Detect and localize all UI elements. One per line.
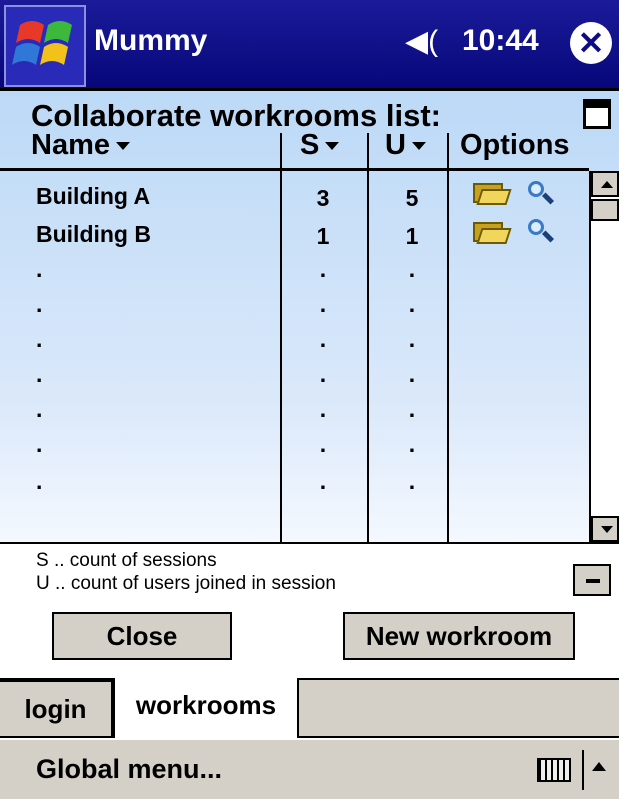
column-header-s[interactable]: S	[300, 129, 340, 162]
tab-bar: login workrooms	[0, 678, 619, 738]
header-divider	[0, 168, 589, 171]
scroll-down-button[interactable]	[591, 516, 619, 542]
row-name: Building A	[36, 183, 151, 209]
column-header-options: Options	[460, 129, 570, 161]
row-name: .	[36, 431, 43, 457]
global-menu-button[interactable]: Global menu...	[36, 754, 222, 785]
column-header-name[interactable]: Name	[31, 129, 130, 162]
column-name-label: Name	[31, 129, 110, 161]
collapse-legend-button[interactable]	[573, 564, 611, 596]
row-name: .	[36, 396, 43, 422]
row-users: 1	[405, 223, 419, 249]
new-workroom-button[interactable]: New workroom	[343, 612, 575, 660]
close-button[interactable]: Close	[52, 612, 232, 660]
row-users: .	[408, 396, 416, 422]
row-users: .	[408, 326, 416, 352]
row-users: .	[408, 468, 416, 494]
row-name: .	[36, 326, 43, 352]
legend-users: U .. count of users joined in session	[36, 573, 336, 594]
row-sessions: 1	[316, 223, 330, 249]
speaker-icon[interactable]: ◀(	[405, 23, 438, 61]
row-sessions: .	[319, 431, 327, 457]
row-sessions: .	[319, 396, 327, 422]
workrooms-list: Collaborate workrooms list: Name S U Opt…	[0, 91, 619, 542]
tab-login[interactable]: login	[0, 680, 113, 736]
app-title: Mummy	[94, 24, 208, 57]
vertical-scrollbar[interactable]	[589, 171, 619, 542]
row-name: .	[36, 291, 43, 317]
keyboard-icon[interactable]	[537, 758, 571, 782]
row-users: .	[408, 291, 416, 317]
row-sessions: .	[319, 256, 327, 282]
chevron-up-icon	[601, 181, 613, 188]
row-users: .	[408, 431, 416, 457]
sort-caret-icon	[325, 142, 340, 151]
row-name: .	[36, 361, 43, 387]
menu-bar: Global menu...	[0, 738, 619, 799]
column-divider	[447, 133, 449, 169]
magnifier-icon[interactable]	[528, 219, 555, 245]
row-users: .	[408, 256, 416, 282]
chevron-up-icon[interactable]	[592, 762, 606, 771]
legend-panel: S .. count of sessions U .. count of use…	[0, 542, 619, 678]
row-users: .	[408, 361, 416, 387]
maximize-icon[interactable]	[583, 99, 611, 129]
row-sessions: .	[319, 468, 327, 494]
column-header-u[interactable]: U	[385, 129, 426, 162]
open-folder-icon[interactable]	[473, 179, 512, 205]
scroll-up-button[interactable]	[591, 171, 619, 197]
row-sessions: .	[319, 291, 327, 317]
title-bar: Mummy ◀( 10:44 ✕	[0, 0, 619, 91]
column-divider	[367, 133, 369, 542]
column-u-label: U	[385, 129, 406, 161]
clock[interactable]: 10:44	[462, 24, 539, 58]
sort-caret-icon	[116, 142, 130, 151]
row-name: .	[36, 468, 43, 494]
column-divider	[447, 171, 449, 542]
row-users: 5	[405, 185, 419, 211]
row-sessions: .	[319, 326, 327, 352]
row-name: Building B	[36, 221, 151, 247]
row-name: .	[36, 256, 43, 282]
tab-workrooms[interactable]: workrooms	[113, 678, 299, 738]
menu-separator	[582, 750, 584, 790]
row-sessions: .	[319, 361, 327, 387]
open-folder-icon[interactable]	[473, 218, 512, 244]
row-sessions: 3	[316, 185, 330, 211]
close-icon[interactable]: ✕	[570, 22, 612, 64]
magnifier-icon[interactable]	[528, 181, 555, 207]
start-menu-button[interactable]	[4, 5, 86, 87]
column-divider	[280, 133, 282, 542]
windows-logo-icon	[12, 21, 72, 65]
sort-caret-icon	[411, 142, 426, 151]
chevron-down-icon	[601, 526, 613, 533]
scroll-thumb[interactable]	[591, 199, 619, 221]
legend-sessions: S .. count of sessions	[36, 550, 217, 571]
column-s-label: S	[300, 129, 320, 161]
